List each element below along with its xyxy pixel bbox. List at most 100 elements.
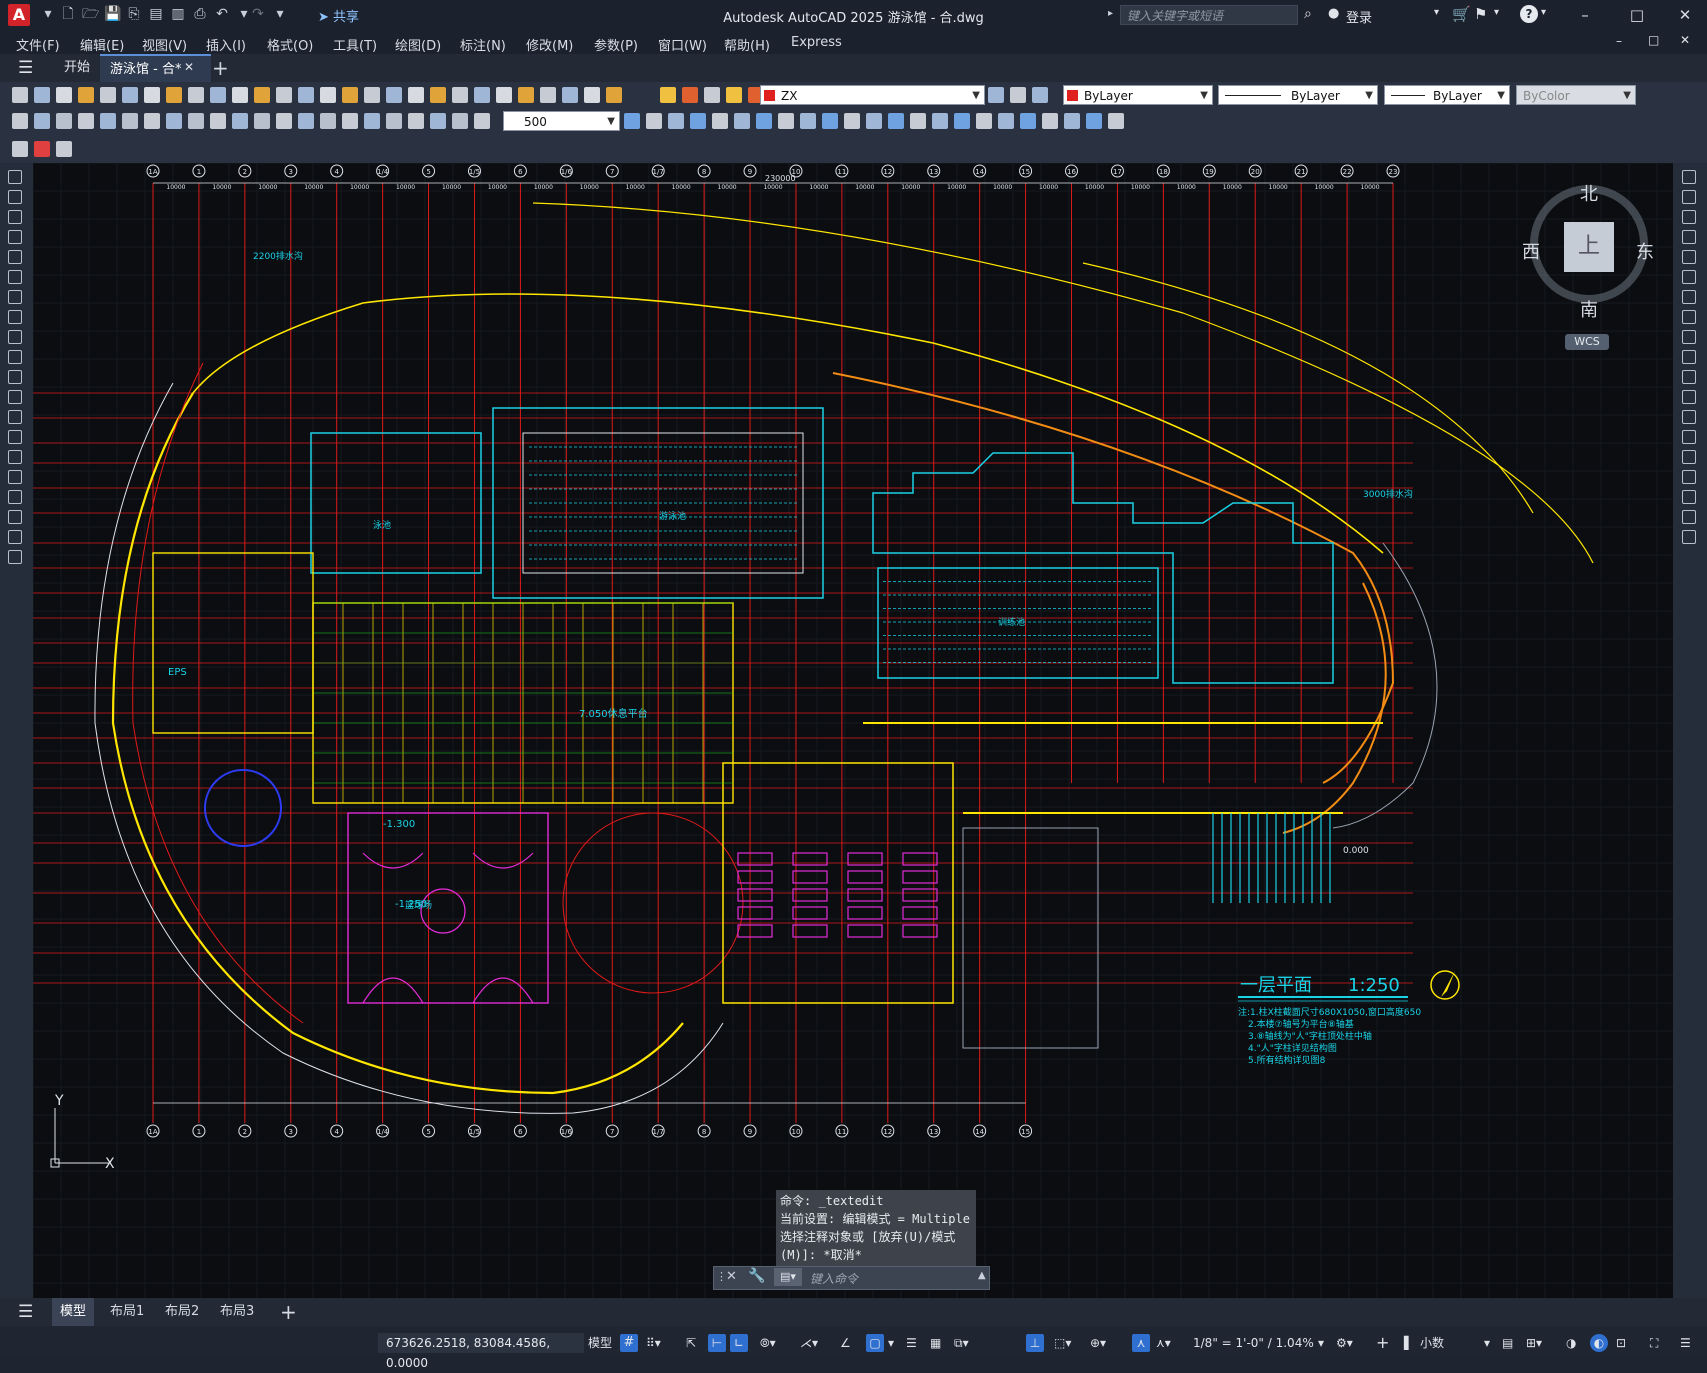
dynamic-ucs-icon[interactable]: ⊥	[1026, 1334, 1044, 1352]
web-mobile-icon[interactable]: ▥	[170, 6, 186, 22]
palette-tool-icon[interactable]	[1682, 270, 1696, 284]
toolbar-tool-icon[interactable]	[606, 87, 622, 103]
palette-tool-icon[interactable]	[8, 190, 22, 204]
toolbar-tool-icon[interactable]	[976, 113, 992, 129]
toolbar-tool-icon[interactable]	[342, 113, 358, 129]
share-button[interactable]: ➤ 共享	[318, 6, 359, 25]
tab-layout3[interactable]: 布局3	[212, 1298, 262, 1326]
toolbar-tool-icon[interactable]	[726, 87, 742, 103]
toolbar-tool-icon[interactable]	[888, 113, 904, 129]
lineweight-display-icon[interactable]: ☰	[906, 1333, 917, 1353]
polar-tracking-icon[interactable]: ⦾▾	[760, 1333, 776, 1353]
color-combo[interactable]: ByLayer ▼	[1063, 85, 1213, 105]
transparency-icon[interactable]: ▦	[930, 1333, 941, 1353]
help-search-input[interactable]: 键入关键字或短语	[1120, 5, 1298, 25]
hardware-acceleration-icon[interactable]: ◐	[1590, 1334, 1608, 1352]
toolbar-tool-icon[interactable]	[932, 113, 948, 129]
osnap-dropdown-icon[interactable]: ▾	[888, 1333, 894, 1353]
toolbar-tool-icon[interactable]	[342, 87, 358, 103]
help-icon[interactable]: ?	[1520, 5, 1538, 23]
toolbar-tool-icon[interactable]	[122, 87, 138, 103]
toolbar-tool-icon[interactable]	[1042, 113, 1058, 129]
toolbar-tool-icon[interactable]	[386, 113, 402, 129]
toolbar-tool-icon[interactable]	[34, 141, 50, 157]
toolbar-tool-icon[interactable]	[668, 113, 684, 129]
autodesk-app-icon[interactable]: ⚑	[1474, 5, 1487, 23]
palette-tool-icon[interactable]	[1682, 350, 1696, 364]
menu-format[interactable]: 格式(O)	[267, 35, 313, 54]
toolbar-tool-icon[interactable]	[276, 113, 292, 129]
toolbar-tool-icon[interactable]	[800, 113, 816, 129]
object-snap-tracking-icon[interactable]: ∠	[840, 1333, 851, 1353]
toolbar-tool-icon[interactable]	[844, 113, 860, 129]
palette-tool-icon[interactable]	[1682, 450, 1696, 464]
toolbar-tool-icon[interactable]	[232, 113, 248, 129]
menu-edit[interactable]: 编辑(E)	[80, 35, 124, 54]
customize-qat-icon[interactable]: ▾	[272, 6, 288, 22]
layer-combo[interactable]: ZX ▼	[760, 85, 985, 105]
toolbar-tool-icon[interactable]	[1010, 87, 1026, 103]
menu-express[interactable]: Express	[791, 35, 842, 50]
snap-mode-icon[interactable]: ⠿▾	[646, 1333, 661, 1353]
toolbar-tool-icon[interactable]	[254, 113, 270, 129]
annotation-scale-dropdown-icon[interactable]: ▾	[1318, 1333, 1324, 1353]
toolbar-tool-icon[interactable]	[540, 87, 556, 103]
palette-tool-icon[interactable]	[8, 530, 22, 544]
units-icon[interactable]: ▌	[1404, 1333, 1413, 1353]
toolbar-tool-icon[interactable]	[254, 87, 270, 103]
toolbar-tool-icon[interactable]	[690, 113, 706, 129]
save-icon[interactable]: 💾	[104, 6, 121, 22]
toolbar-tool-icon[interactable]	[78, 113, 94, 129]
add-layout-button[interactable]: +	[272, 1298, 305, 1326]
palette-tool-icon[interactable]	[1682, 290, 1696, 304]
toolbar-tool-icon[interactable]	[12, 87, 28, 103]
palette-tool-icon[interactable]	[8, 330, 22, 344]
palette-tool-icon[interactable]	[1682, 330, 1696, 344]
toolbar-tool-icon[interactable]	[682, 87, 698, 103]
palette-tool-icon[interactable]	[8, 370, 22, 384]
help-dropdown-icon[interactable]: ▾	[1541, 7, 1546, 18]
palette-tool-icon[interactable]	[1682, 470, 1696, 484]
autocad-logo-icon[interactable]: A	[8, 4, 30, 26]
open-file-icon[interactable]: 🗁	[82, 6, 99, 22]
doc-restore-button[interactable]: □	[1648, 33, 1659, 47]
toolbar-tool-icon[interactable]	[364, 87, 380, 103]
toolbar-tool-icon[interactable]	[166, 87, 182, 103]
toolbar-tool-icon[interactable]	[1108, 113, 1124, 129]
toolbar-tool-icon[interactable]	[298, 113, 314, 129]
workspace-gear-icon[interactable]: ⚙▾	[1336, 1333, 1353, 1353]
publish-icon[interactable]: ▤	[148, 6, 164, 22]
grid-toggle-icon[interactable]: #	[620, 1334, 638, 1352]
palette-tool-icon[interactable]	[1682, 190, 1696, 204]
menu-view[interactable]: 视图(V)	[142, 35, 187, 54]
toolbar-tool-icon[interactable]	[100, 87, 116, 103]
selection-filter-icon[interactable]: ⬚▾	[1054, 1333, 1071, 1353]
dynamic-input-icon[interactable]: ⊢	[708, 1334, 726, 1352]
units-selector[interactable]: 小数	[1420, 1333, 1444, 1353]
toolbar-tool-icon[interactable]	[646, 113, 662, 129]
doc-close-button[interactable]: ✕	[1680, 33, 1690, 47]
toolbar-tool-icon[interactable]	[320, 113, 336, 129]
gizmo-icon[interactable]: ⊕▾	[1090, 1333, 1106, 1353]
palette-tool-icon[interactable]	[8, 470, 22, 484]
toolbar-tool-icon[interactable]	[408, 113, 424, 129]
palette-tool-icon[interactable]	[1682, 230, 1696, 244]
toolbar-tool-icon[interactable]	[144, 87, 160, 103]
toolbar-tool-icon[interactable]	[210, 113, 226, 129]
annotation-scale[interactable]: 1/8" = 1'-0" / 1.04%	[1193, 1333, 1314, 1353]
palette-tool-icon[interactable]	[8, 450, 22, 464]
palette-tool-icon[interactable]	[8, 230, 22, 244]
palette-tool-icon[interactable]	[1682, 310, 1696, 324]
toolbar-tool-icon[interactable]	[954, 113, 970, 129]
palette-tool-icon[interactable]	[1682, 390, 1696, 404]
toolbar-tool-icon[interactable]	[56, 113, 72, 129]
menu-window[interactable]: 窗口(W)	[658, 35, 707, 54]
toolbar-tool-icon[interactable]	[430, 87, 446, 103]
toolbar-tool-icon[interactable]	[734, 113, 750, 129]
isolate-objects-icon[interactable]: ◑	[1566, 1333, 1576, 1353]
ortho-mode-icon[interactable]: ∟	[730, 1334, 748, 1352]
toolbar-tool-icon[interactable]	[210, 87, 226, 103]
toolbar-tool-icon[interactable]	[232, 87, 248, 103]
toolbar-tool-icon[interactable]	[988, 87, 1004, 103]
palette-tool-icon[interactable]	[8, 210, 22, 224]
